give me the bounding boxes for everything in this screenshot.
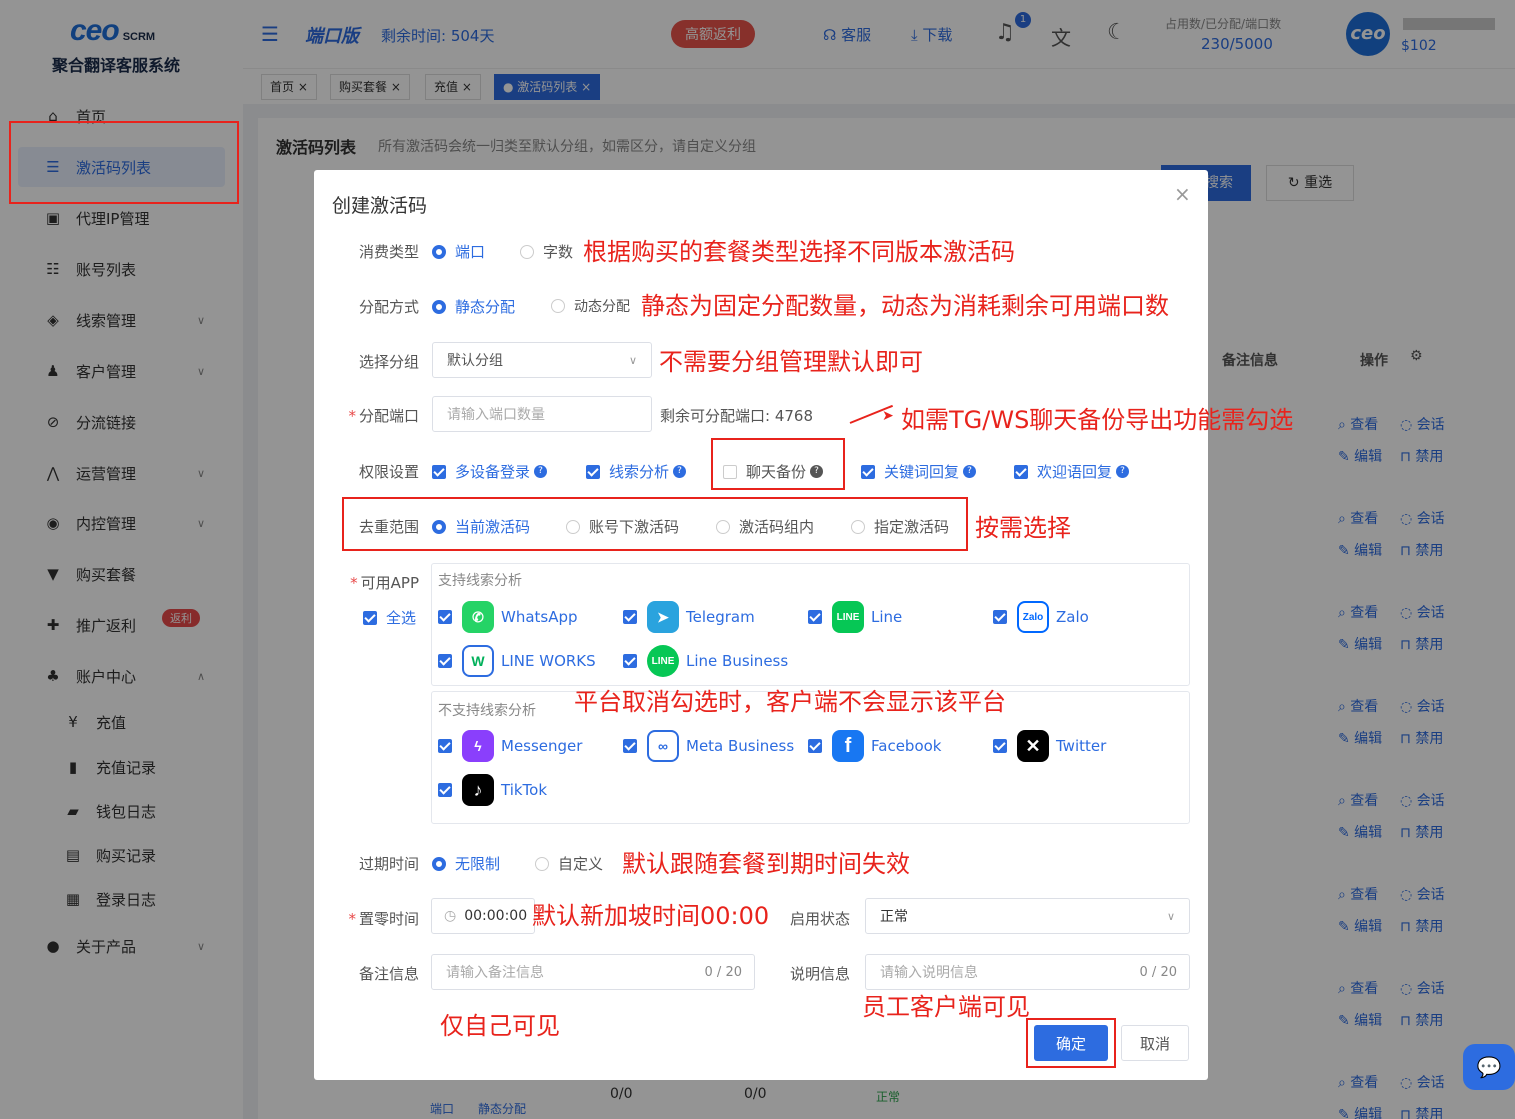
- label-remark: 备注信息: [358, 965, 419, 983]
- radio-port[interactable]: 端口: [432, 241, 485, 262]
- annotation-alloc: 静态为固定分配数量，动态为消耗剩余可用端口数: [641, 292, 1169, 320]
- line-works-icon: W: [462, 645, 494, 677]
- tiktok-icon: ♪: [462, 774, 494, 806]
- explain-input[interactable]: 请输入说明信息 0 / 20: [865, 954, 1190, 990]
- annotation-dedup: 按需选择: [975, 514, 1071, 542]
- line-icon: LINE: [832, 601, 864, 633]
- facebook-icon: f: [832, 730, 864, 762]
- radio-dedup-account[interactable]: 账号下激活码: [566, 516, 679, 537]
- remark-input[interactable]: 请输入备注信息 0 / 20: [431, 954, 755, 990]
- annotation-remark: 仅自己可见: [440, 1012, 560, 1040]
- remaining-ports: 剩余可分配端口: 4768: [660, 407, 813, 425]
- app-whatsapp[interactable]: ✆ WhatsApp: [438, 601, 578, 633]
- annotation-consume: 根据购买的套餐类型选择不同版本激活码: [583, 238, 1015, 266]
- supported-title: 支持线索分析: [438, 573, 522, 589]
- label-port: * 分配端口: [348, 407, 419, 425]
- group-select[interactable]: 默认分组 ∨: [432, 342, 652, 378]
- app-line[interactable]: LINE Line: [808, 601, 902, 633]
- port-input[interactable]: 请输入端口数量: [432, 396, 652, 432]
- label-perm: 权限设置: [358, 463, 419, 481]
- radio-static[interactable]: 静态分配: [432, 296, 515, 317]
- cancel-button[interactable]: 取消: [1121, 1025, 1189, 1061]
- annotation-backup: 如需TG/WS聊天备份导出功能需勾选: [901, 406, 1294, 434]
- radio-dedup-current[interactable]: 当前激活码: [432, 516, 530, 537]
- app-messenger[interactable]: ϟ Messenger: [438, 730, 582, 762]
- line-business-icon: LINE: [647, 645, 679, 677]
- app-twitter[interactable]: ✕ Twitter: [993, 730, 1106, 762]
- label-consume: 消费类型: [358, 243, 419, 261]
- help-icon: ?: [534, 465, 548, 478]
- status-select[interactable]: 正常 ∨: [865, 898, 1190, 934]
- chk-select-all[interactable]: 全选: [363, 607, 416, 628]
- app-zalo[interactable]: Zalo Zalo: [993, 601, 1089, 633]
- chk-welcome-reply[interactable]: 欢迎语回复?: [1014, 461, 1130, 482]
- annotation-group: 不需要分组管理默认即可: [659, 348, 923, 376]
- chk-clue-analysis[interactable]: 线索分析?: [586, 461, 687, 482]
- radio-dedup-specified[interactable]: 指定激活码: [851, 516, 949, 537]
- arrow-head-icon: ➤: [882, 408, 894, 424]
- confirm-button[interactable]: 确定: [1034, 1025, 1108, 1061]
- help-icon: ?: [673, 465, 687, 478]
- dialog-title: 创建激活码: [332, 195, 428, 217]
- app-meta-business[interactable]: ∞ Meta Business: [623, 730, 794, 762]
- chat-float-icon[interactable]: 💬: [1463, 1044, 1515, 1090]
- annotation-box-sidebar: [9, 121, 239, 204]
- annotation-reset: 默认新加坡时间00:00: [532, 902, 770, 930]
- chk-multi-device[interactable]: 多设备登录?: [432, 461, 548, 482]
- zalo-icon: Zalo: [1017, 601, 1049, 633]
- chevron-down-icon: ∨: [1166, 909, 1175, 923]
- radio-words[interactable]: 字数: [520, 241, 573, 262]
- label-alloc: 分配方式: [358, 298, 419, 316]
- label-group: 选择分组: [358, 353, 419, 371]
- annotation-explain: 员工客户端可见: [862, 993, 1030, 1021]
- app-facebook[interactable]: f Facebook: [808, 730, 941, 762]
- create-activation-dialog: 创建激活码 × 消费类型 端口 字数 根据购买的套餐类型选择不同版本激活码 分配…: [314, 170, 1293, 1080]
- app-tiktok[interactable]: ♪ TikTok: [438, 774, 547, 806]
- chk-keyword-reply[interactable]: 关键词回复?: [861, 461, 977, 482]
- label-reset-time: * 置零时间: [348, 910, 419, 928]
- label-dedup: 去重范围: [358, 518, 419, 536]
- telegram-icon: ➤: [647, 601, 679, 633]
- app-line-business[interactable]: LINE Line Business: [623, 645, 788, 677]
- reset-time-input[interactable]: ◷ 00:00:00: [431, 898, 535, 934]
- clock-icon: ◷: [444, 908, 457, 924]
- label-status: 启用状态: [790, 910, 851, 928]
- app-line-works[interactable]: W LINE WORKS: [438, 645, 596, 677]
- label-expire: 过期时间: [358, 855, 419, 873]
- app-telegram[interactable]: ➤ Telegram: [623, 601, 755, 633]
- close-icon[interactable]: ×: [1174, 182, 1191, 206]
- meta-icon: ∞: [647, 730, 679, 762]
- chevron-down-icon: ∨: [628, 353, 637, 367]
- radio-custom[interactable]: 自定义: [535, 853, 603, 874]
- annotation-apps: 平台取消勾选时，客户端不会显示该平台: [574, 688, 1006, 716]
- help-icon: ?: [963, 465, 977, 478]
- label-explain: 说明信息: [790, 965, 851, 983]
- label-apps: * 可用APP: [350, 574, 419, 592]
- annotation-box-backup: [711, 438, 845, 490]
- help-icon: ?: [1116, 465, 1130, 478]
- messenger-icon: ϟ: [462, 730, 494, 762]
- x-icon: ✕: [1017, 730, 1049, 762]
- whatsapp-icon: ✆: [462, 601, 494, 633]
- unsupported-title: 不支持线索分析: [438, 703, 536, 719]
- annotation-expire: 默认跟随套餐到期时间失效: [622, 850, 910, 878]
- radio-no-limit[interactable]: 无限制: [432, 853, 500, 874]
- radio-dynamic[interactable]: 动态分配: [551, 296, 630, 316]
- radio-dedup-group[interactable]: 激活码组内: [716, 516, 814, 537]
